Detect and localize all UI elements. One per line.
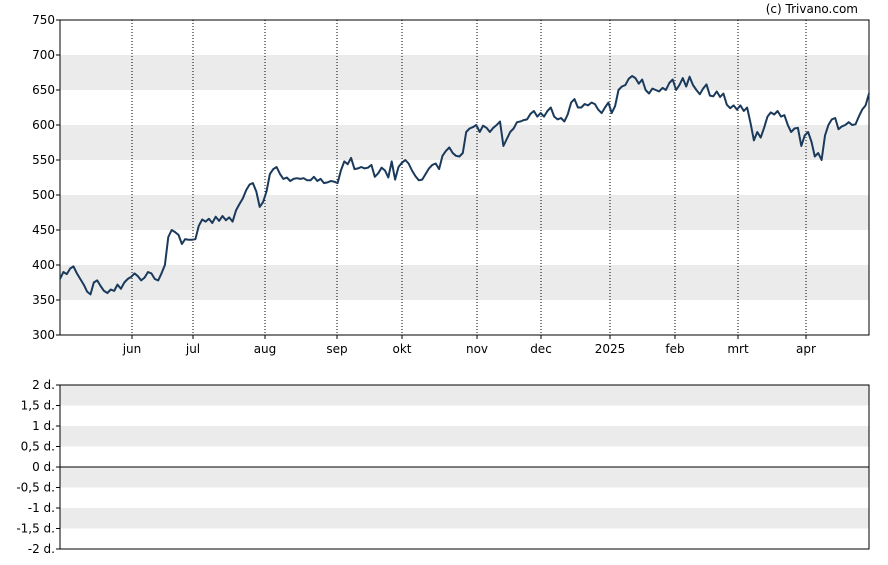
x-tick-label: nov <box>466 342 488 356</box>
x-tick-label: jun <box>122 342 142 356</box>
y-tick-label: 450 <box>32 223 55 237</box>
x-tick-label: okt <box>393 342 412 356</box>
month-x-axis: jun jul aug sep okt nov dec 2025 feb mrt apr <box>122 335 816 356</box>
x-tick-label: mrt <box>727 342 749 356</box>
lower-y-tick-label: 0 d. <box>32 460 55 474</box>
lower-y-tick-label: 2 d. <box>32 378 55 392</box>
y-tick-label: 600 <box>32 118 55 132</box>
chart-canvas: 300 350 400 450 500 550 600 650 700 750 jun jul aug… <box>16 2 870 556</box>
y-tick-label: 750 <box>32 13 55 27</box>
lower-y-tick-label: 0,5 d. <box>21 440 55 454</box>
lower-y-tick-label: -0,5 d. <box>16 481 55 495</box>
lower-y-tick-label: 1,5 d. <box>21 399 55 413</box>
price-grid-band <box>60 55 869 90</box>
price-series-line <box>59 75 870 296</box>
lower-y-axis: 2 d. 1,5 d. 1 d. 0,5 d. 0 d. -0,5 d. -1 d. -1,5… <box>16 378 60 556</box>
price-y-axis: 300 350 400 450 500 550 600 650 700 750 <box>32 13 60 342</box>
lower-grid-band <box>60 385 869 406</box>
lower-grid-band <box>60 426 869 447</box>
copyright-text: (c) Trivano.com <box>766 2 858 16</box>
y-tick-label: 300 <box>32 328 55 342</box>
x-tick-label: apr <box>796 342 816 356</box>
lower-y-tick-label: 1 d. <box>32 419 55 433</box>
lower-grid-band <box>60 508 869 529</box>
x-tick-label: sep <box>326 342 347 356</box>
y-tick-label: 350 <box>32 293 55 307</box>
x-tick-label: 2025 <box>595 342 626 356</box>
y-tick-label: 400 <box>32 258 55 272</box>
y-tick-label: 650 <box>32 83 55 97</box>
y-tick-label: 700 <box>32 48 55 62</box>
price-grid-band <box>60 265 869 300</box>
lower-grid-bands <box>60 385 869 529</box>
x-tick-label: jul <box>185 342 200 356</box>
price-grid-band <box>60 195 869 230</box>
price-grid-bands <box>60 55 869 300</box>
x-tick-label: feb <box>665 342 684 356</box>
lower-y-tick-label: -2 d. <box>28 542 55 556</box>
lower-y-tick-label: -1,5 d. <box>16 522 55 536</box>
x-tick-label: aug <box>254 342 277 356</box>
y-tick-label: 500 <box>32 188 55 202</box>
x-tick-label: dec <box>530 342 552 356</box>
y-tick-label: 550 <box>32 153 55 167</box>
lower-y-tick-label: -1 d. <box>28 501 55 515</box>
lower-grid-band <box>60 467 869 488</box>
